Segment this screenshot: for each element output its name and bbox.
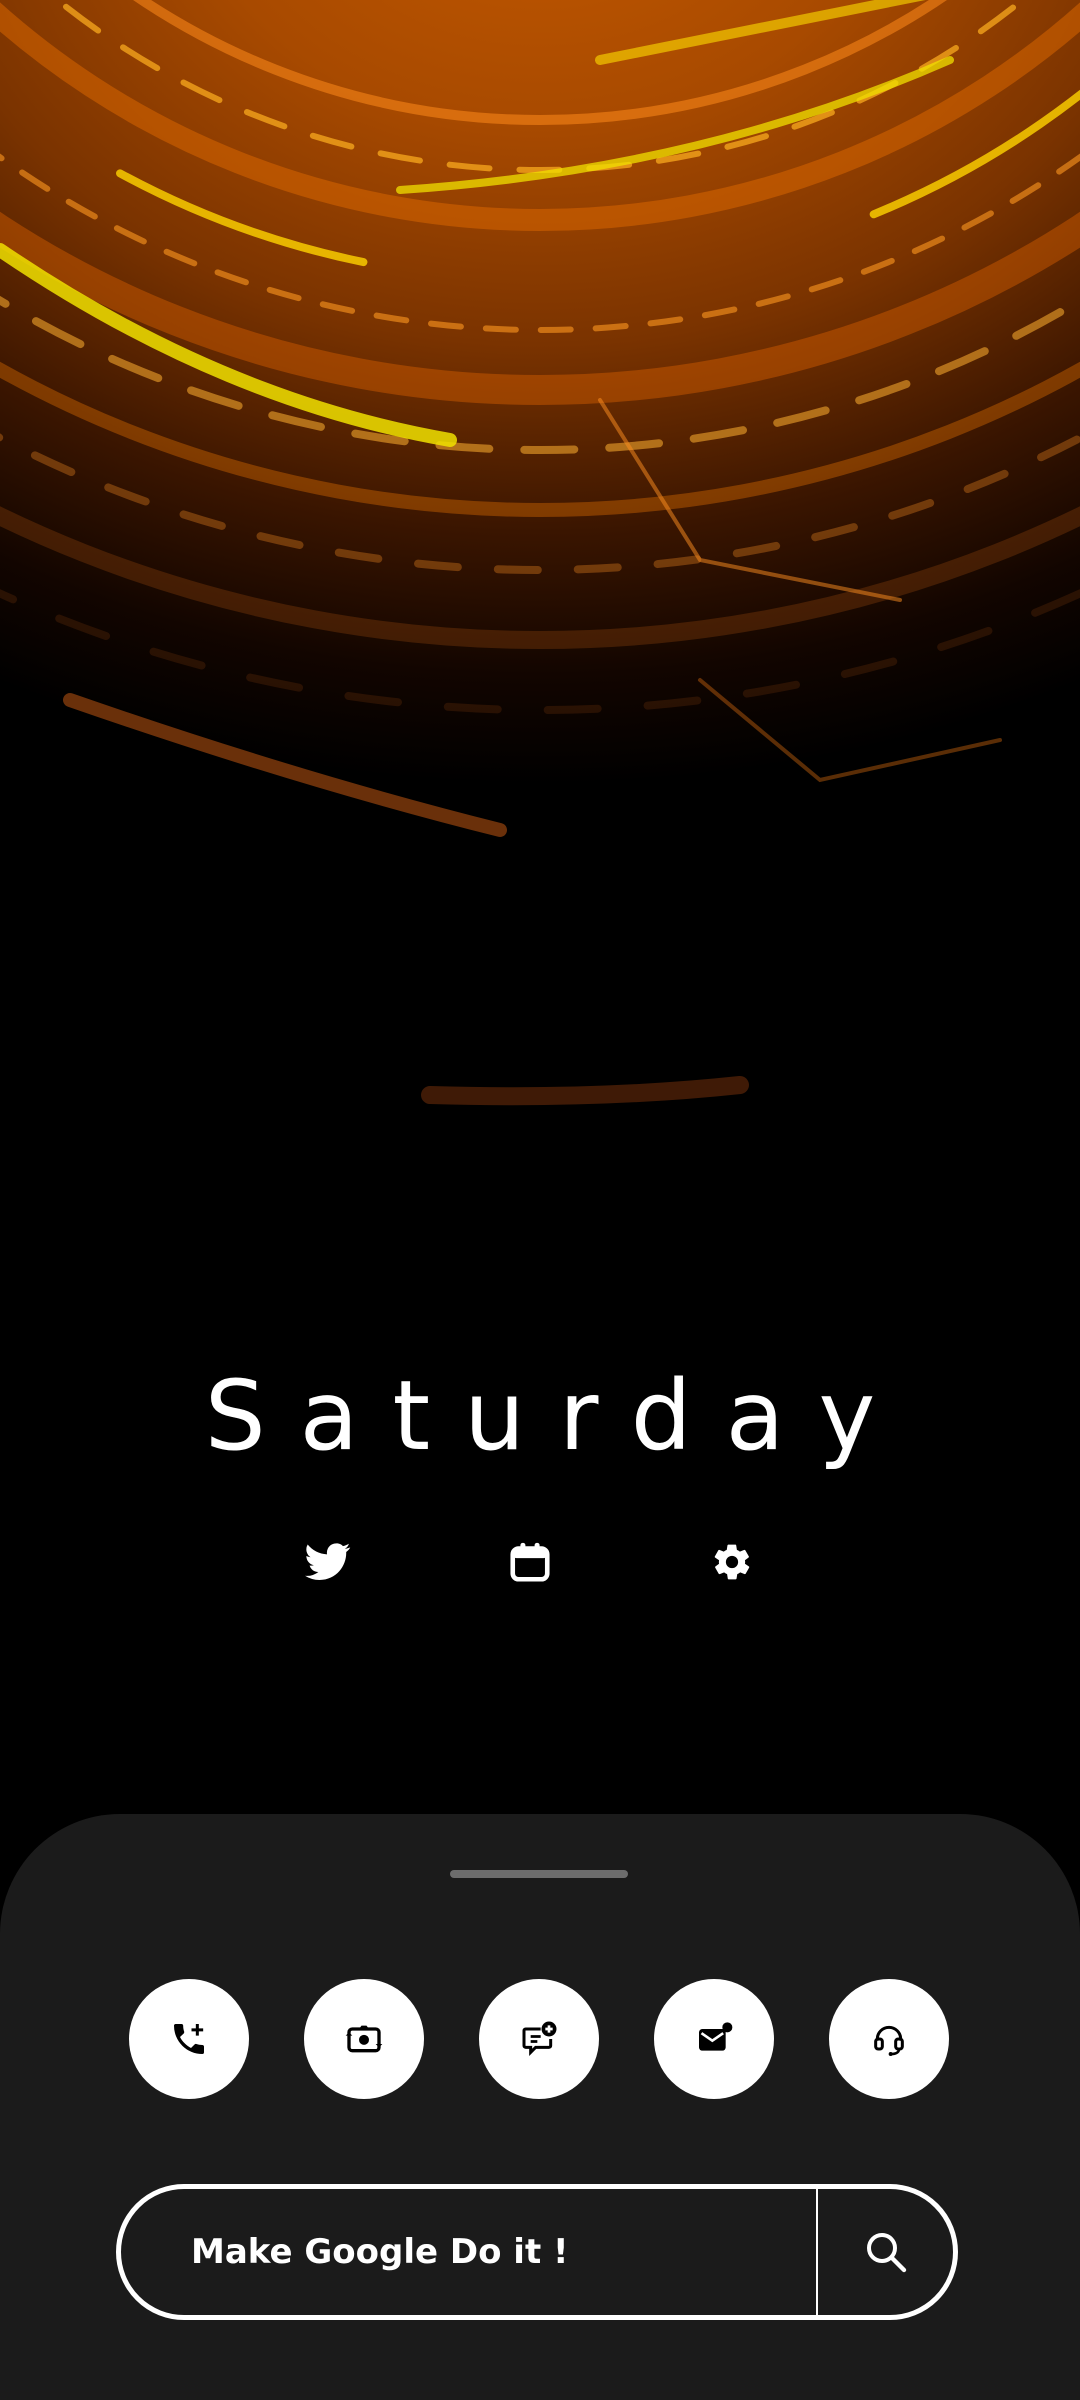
chat-add-button[interactable] xyxy=(479,1979,599,2099)
mail-notification-icon xyxy=(699,2022,733,2051)
phone-add-button[interactable] xyxy=(129,1979,249,2099)
phone-add-icon xyxy=(174,2024,204,2054)
day-label: Saturday xyxy=(204,1360,910,1472)
headset-icon xyxy=(874,2025,904,2056)
gear-icon[interactable] xyxy=(702,1532,762,1592)
mail-button[interactable] xyxy=(654,1979,774,2099)
chat-add-icon xyxy=(522,2021,557,2056)
quick-actions-row xyxy=(0,1979,1080,2099)
search-icon[interactable] xyxy=(856,2222,916,2282)
camera-switch-button[interactable] xyxy=(304,1979,424,2099)
search-divider xyxy=(816,2184,818,2320)
circuit-arcs-graphic xyxy=(0,0,1080,1106)
headset-button[interactable] xyxy=(829,1979,949,2099)
quick-icons-row xyxy=(0,1532,1080,1592)
search-bar[interactable]: Make Google Do it ! xyxy=(116,2184,958,2320)
calendar-icon[interactable] xyxy=(500,1532,560,1592)
search-input[interactable]: Make Google Do it ! xyxy=(191,2189,569,2315)
camera-switch-icon xyxy=(345,2025,383,2053)
bottom-sheet: Make Google Do it ! xyxy=(0,1814,1080,2400)
twitter-icon[interactable] xyxy=(298,1532,358,1592)
sheet-drag-handle[interactable] xyxy=(450,1870,628,1878)
